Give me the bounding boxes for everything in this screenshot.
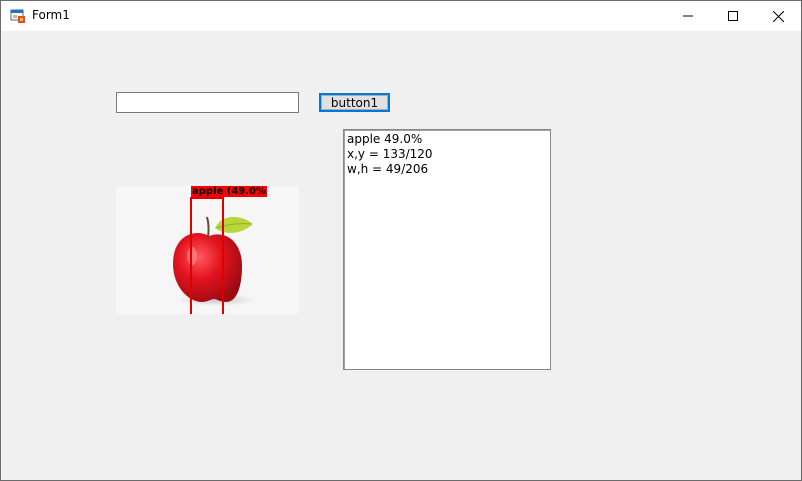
button1-label: button1 — [330, 95, 379, 110]
window-title: Form1 — [32, 8, 70, 22]
minimize-icon — [683, 15, 693, 17]
app-icon — [10, 8, 26, 24]
detection-label: apple (49.0%) — [191, 186, 267, 197]
close-button[interactable] — [755, 1, 801, 31]
list-item[interactable]: x,y = 133/120 — [344, 147, 550, 162]
text-input[interactable] — [117, 93, 298, 112]
result-listbox[interactable]: apple 49.0% x,y = 133/120 w,h = 49/206 — [343, 129, 551, 370]
app-window: Form1 button1 apple (49.0%) apple 49.0% … — [0, 0, 802, 481]
list-item[interactable]: apple 49.0% — [344, 132, 550, 147]
minimize-button[interactable] — [665, 1, 711, 31]
title-bar[interactable]: Form1 — [1, 1, 801, 31]
picture-box: apple (49.0%) — [116, 186, 299, 314]
text-input-box[interactable] — [116, 92, 299, 113]
close-icon — [772, 10, 784, 22]
maximize-button[interactable] — [710, 1, 756, 31]
maximize-icon — [728, 11, 738, 21]
list-item[interactable]: w,h = 49/206 — [344, 162, 550, 177]
button1[interactable]: button1 — [319, 93, 390, 112]
detection-box — [190, 197, 224, 314]
